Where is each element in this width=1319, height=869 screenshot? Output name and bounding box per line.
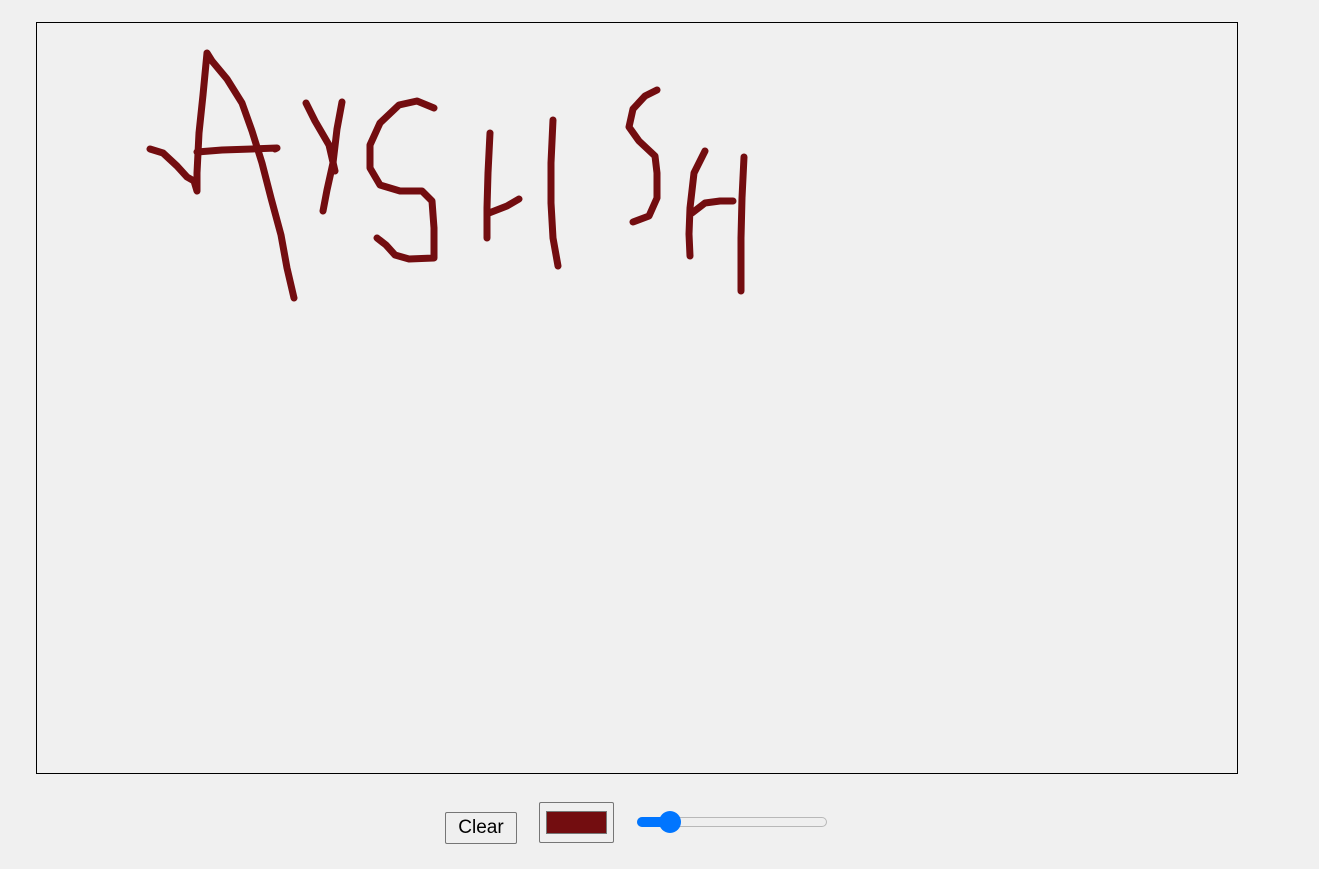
drawing-layer: [146, 49, 748, 302]
stroke: [688, 197, 737, 217]
stroke: [146, 49, 298, 302]
stroke: [485, 195, 523, 217]
stroke: [366, 97, 438, 263]
slider-thumb[interactable]: [658, 811, 681, 833]
color-swatch: [546, 811, 607, 834]
stroke: [625, 86, 661, 226]
stroke: [737, 153, 748, 295]
handwritten-strokes: [146, 49, 748, 302]
stroke: [483, 129, 494, 242]
color-picker[interactable]: [539, 802, 614, 843]
brush-size-slider[interactable]: [635, 810, 829, 834]
clear-button[interactable]: Clear: [445, 812, 517, 844]
stroke: [193, 144, 281, 156]
drawing-canvas[interactable]: [36, 22, 1238, 774]
drawing-app: Clear: [0, 0, 1319, 869]
stroke: [319, 98, 346, 215]
stroke: [547, 116, 562, 270]
